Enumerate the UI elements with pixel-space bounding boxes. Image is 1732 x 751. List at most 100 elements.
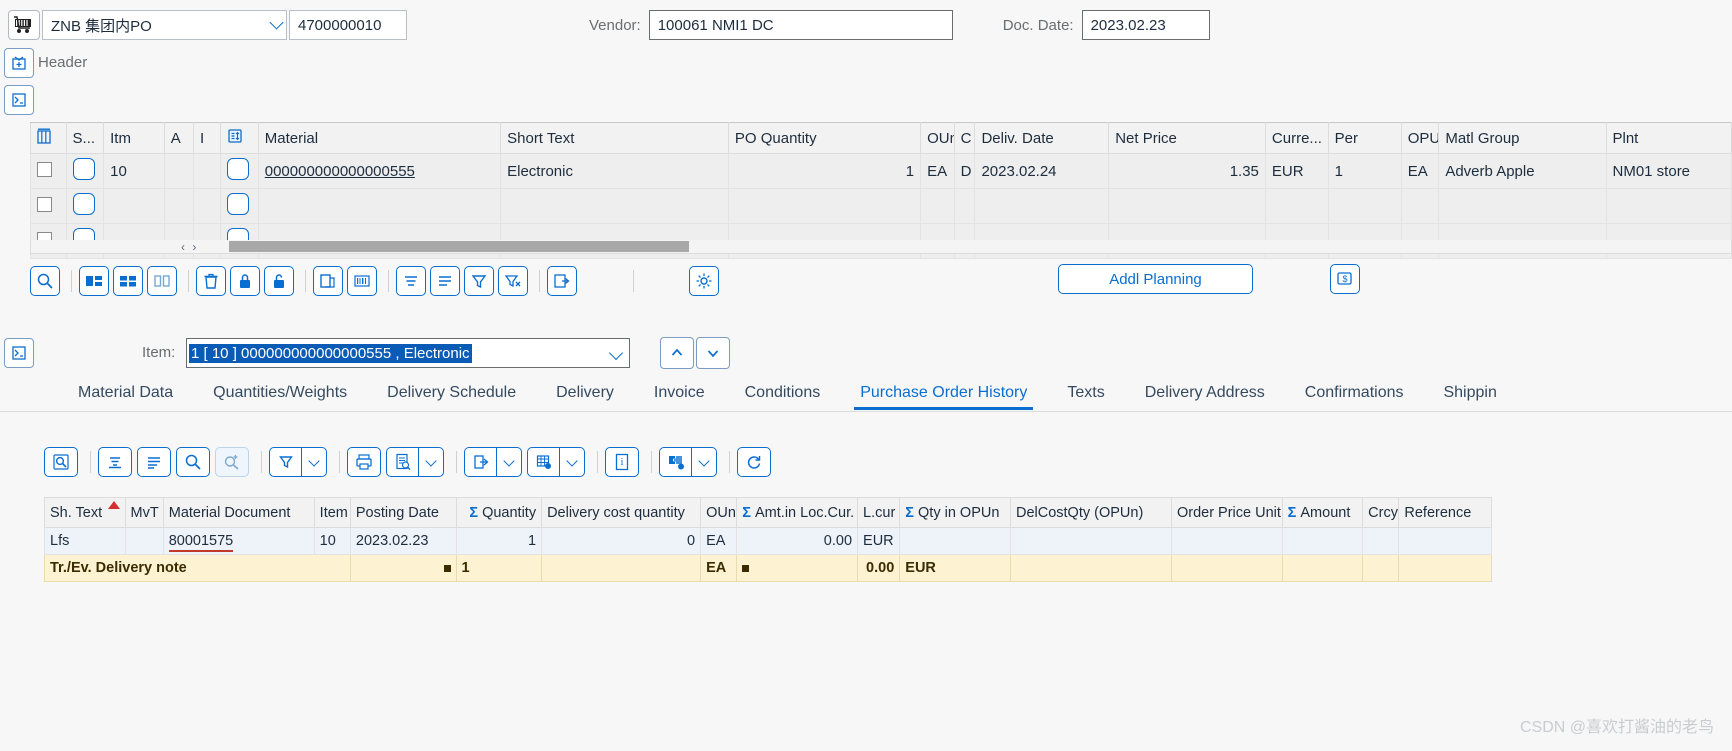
col-short-text[interactable]: Short Text — [500, 122, 729, 154]
col-a[interactable]: A — [163, 122, 194, 154]
tab-material-data[interactable]: Material Data — [58, 380, 193, 410]
col-deliv-date[interactable]: Deliv. Date — [974, 122, 1110, 154]
col-order-price-unit[interactable]: Order Price Unit — [1170, 497, 1283, 528]
col-status[interactable]: S... — [65, 122, 105, 154]
row-detail-button[interactable] — [227, 158, 250, 180]
refresh-icon[interactable] — [737, 447, 771, 477]
chevron-down-icon[interactable] — [559, 447, 585, 477]
spreadsheet-split-button[interactable] — [527, 447, 585, 477]
po-number-field[interactable]: 4700000010 — [289, 10, 407, 40]
tab-delivery-schedule[interactable]: Delivery Schedule — [367, 380, 536, 410]
col-delcostqty-opun[interactable]: DelCostQty (OPUn) — [1009, 497, 1172, 528]
tab-shipping[interactable]: Shippin — [1423, 380, 1516, 410]
col-sh-text[interactable]: Sh. Text — [44, 497, 126, 528]
lock-closed-icon[interactable] — [230, 266, 260, 296]
col-select-all[interactable] — [30, 122, 67, 154]
col-i[interactable]: I — [192, 122, 222, 154]
tab-invoice[interactable]: Invoice — [634, 380, 725, 410]
col-material[interactable]: Material — [257, 122, 502, 154]
doc-date-field[interactable]: 2023.02.23 — [1081, 10, 1210, 40]
tab-texts[interactable]: Texts — [1047, 380, 1124, 410]
items-grid-hscrollbar[interactable]: ‹ › — [30, 240, 1732, 254]
chevron-down-icon[interactable] — [496, 447, 522, 477]
col-oun[interactable]: OUn — [920, 122, 955, 154]
sort-lines-icon[interactable] — [396, 266, 426, 296]
search-icon[interactable] — [176, 447, 210, 477]
col-material-document[interactable]: Material Document — [162, 497, 315, 528]
layout-grid-icon[interactable] — [113, 266, 143, 296]
print-icon[interactable] — [347, 447, 381, 477]
col-qty-in-opun[interactable]: Σ Qty in OPUn — [899, 497, 1011, 528]
col-delivery-cost-quantity[interactable]: Delivery cost quantity — [541, 497, 702, 528]
item-previous-button[interactable] — [660, 337, 694, 369]
table-row[interactable]: 10 000000000000000555 Electronic 1 EA D … — [30, 153, 1732, 189]
tab-delivery-address[interactable]: Delivery Address — [1125, 380, 1285, 410]
filter-clear-icon[interactable] — [498, 266, 528, 296]
col-per[interactable]: Per — [1327, 122, 1402, 154]
preview-split-button[interactable] — [386, 447, 444, 477]
settings-gear-icon[interactable] — [689, 266, 719, 296]
tab-confirmations[interactable]: Confirmations — [1285, 380, 1424, 410]
preview-document-icon[interactable] — [386, 447, 418, 477]
col-oun[interactable]: OUn — [700, 497, 738, 528]
collapse-panel-icon[interactable] — [4, 85, 34, 115]
table-row[interactable] — [30, 188, 1732, 224]
vendor-field[interactable]: 100061 NMI1 DC — [648, 10, 953, 40]
detail-magnifier-icon[interactable] — [44, 447, 78, 477]
sort-ascending-icon[interactable] — [98, 447, 132, 477]
col-mvt[interactable]: MvT — [124, 497, 164, 528]
layout-columns-icon[interactable] — [79, 266, 109, 296]
price-tag-icon[interactable]: $ — [1330, 264, 1360, 294]
export-icon[interactable] — [547, 266, 577, 296]
col-po-quantity[interactable]: PO Quantity — [727, 122, 922, 154]
row-status-button[interactable] — [72, 158, 95, 180]
layout-split-icon[interactable] — [147, 266, 177, 296]
tab-purchase-order-history[interactable]: Purchase Order History — [840, 380, 1047, 410]
export-split-button[interactable] — [464, 447, 522, 477]
filter-lines-icon[interactable] — [430, 266, 460, 296]
scrollbar-thumb[interactable] — [229, 241, 689, 252]
filter-lines-icon[interactable] — [137, 447, 171, 477]
col-net-price[interactable]: Net Price — [1108, 122, 1266, 154]
lock-open-icon[interactable] — [264, 266, 294, 296]
chevron-down-icon[interactable] — [418, 447, 444, 477]
col-amount[interactable]: Σ Amount — [1281, 497, 1364, 528]
tab-delivery[interactable]: Delivery — [536, 380, 634, 410]
col-material-icon[interactable] — [220, 122, 259, 154]
item-next-button[interactable] — [696, 337, 730, 369]
col-amt-loc-cur[interactable]: Σ Amt.in Loc.Cur. — [736, 497, 859, 528]
spreadsheet-settings-icon[interactable] — [527, 447, 559, 477]
barcode-icon[interactable] — [347, 266, 377, 296]
col-opu[interactable]: OPU — [1400, 122, 1440, 154]
addin-split-button[interactable] — [659, 447, 717, 477]
filter-split-button[interactable] — [269, 447, 327, 477]
info-icon[interactable]: i — [605, 447, 639, 477]
col-matl-group[interactable]: Matl Group — [1438, 122, 1607, 154]
table-row[interactable]: Lfs 80001575 10 2023.02.23 1 0 EA 0.00 E… — [44, 527, 1492, 555]
col-itm[interactable]: Itm — [103, 122, 165, 154]
addl-planning-button[interactable]: Addl Planning — [1058, 264, 1253, 294]
delete-trash-icon[interactable] — [196, 266, 226, 296]
filter-funnel-icon[interactable] — [464, 266, 494, 296]
col-plnt[interactable]: Plnt — [1605, 122, 1732, 154]
cell-material-document[interactable]: 80001575 — [168, 533, 234, 552]
col-posting-date[interactable]: Posting Date — [349, 497, 457, 528]
row-detail-button[interactable] — [227, 193, 250, 215]
row-checkbox[interactable] — [37, 161, 52, 177]
col-quantity[interactable]: Σ Quantity — [455, 497, 543, 528]
row-checkbox[interactable] — [37, 196, 52, 212]
col-c[interactable]: C — [953, 122, 976, 154]
puzzle-addin-icon[interactable] — [659, 447, 691, 477]
filter-funnel-icon[interactable] — [269, 447, 301, 477]
item-select[interactable]: 1 [ 10 ] 000000000000000555 , Electronic — [186, 338, 630, 368]
document-type-select[interactable]: ZNB 集团内PO — [42, 10, 287, 40]
col-l-cur[interactable]: L.cur — [857, 497, 901, 528]
chevron-down-icon[interactable] — [301, 447, 327, 477]
search-magnifier-icon[interactable] — [30, 266, 60, 296]
search-plus-icon[interactable] — [215, 447, 249, 477]
collapse-panel-icon[interactable] — [4, 338, 34, 368]
col-item[interactable]: Item — [313, 497, 351, 528]
scroll-arrows-icon[interactable]: ‹ › — [181, 240, 198, 254]
cell-material[interactable]: 000000000000000555 — [265, 163, 415, 180]
copy-icon[interactable] — [313, 266, 343, 296]
